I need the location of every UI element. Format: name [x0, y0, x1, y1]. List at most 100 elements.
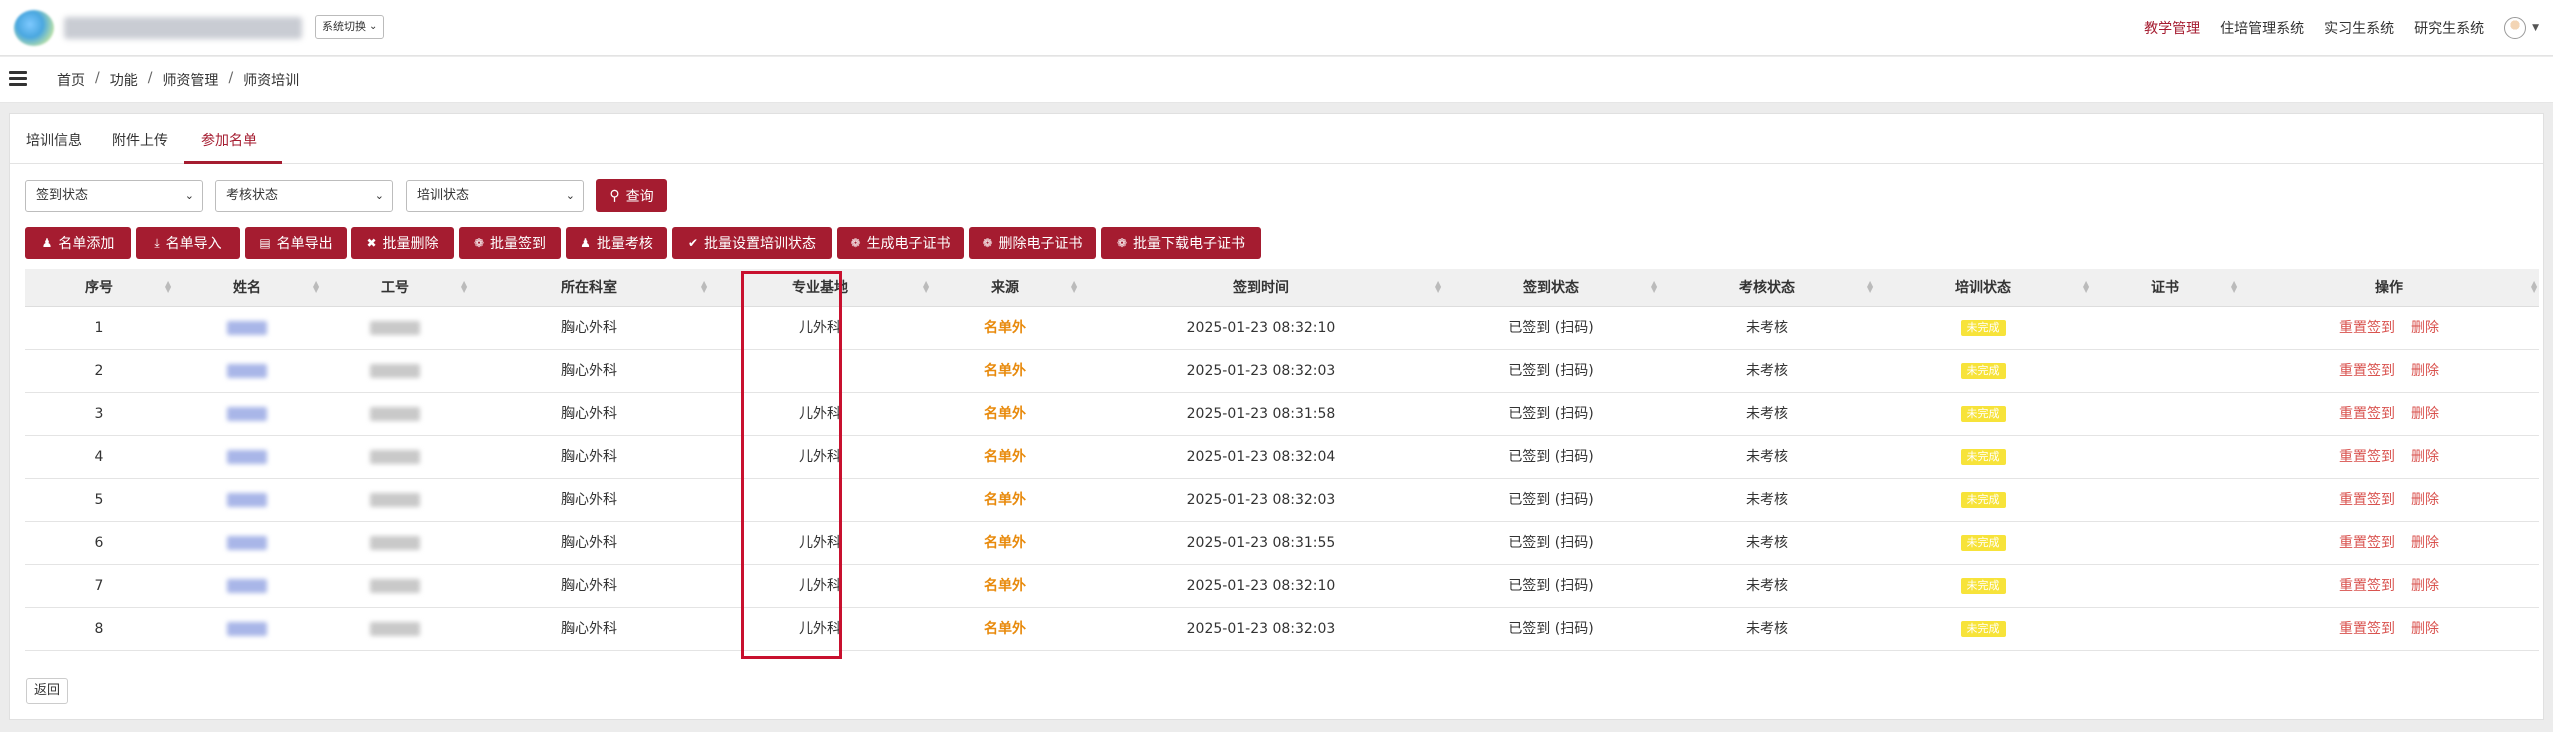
breadcrumb-home[interactable]: 首页: [57, 70, 85, 90]
reset-sign-link[interactable]: 重置签到: [2339, 320, 2395, 336]
sort-icon[interactable]: ▲ ▼: [1435, 280, 1441, 294]
delete-link[interactable]: 删除: [2411, 621, 2439, 637]
col-header-operations[interactable]: 操作: [2239, 269, 2539, 307]
system-switch-select[interactable]: 系统切换 ⌄: [315, 15, 385, 39]
batch-delete-button[interactable]: ✖ 批量删除: [351, 227, 454, 259]
employee-id-blurred: [370, 407, 420, 421]
batch-download-certificate-button[interactable]: ❁ 批量下载电子证书: [1101, 227, 1261, 259]
table-header: 序号 姓名 工号 所在科室 专业基地 来源 签到时间 签到状态 考核状态 培训状…: [25, 269, 2539, 307]
col-header-sign-time[interactable]: 签到时间: [1079, 269, 1443, 307]
train-status-select[interactable]: 培训状态 ⌄: [406, 180, 584, 212]
import-list-button[interactable]: ⤓ 名单导入: [136, 227, 240, 259]
breadcrumb-faculty-management[interactable]: 师资管理: [162, 70, 218, 90]
delete-link[interactable]: 删除: [2411, 406, 2439, 422]
sort-icon[interactable]: ▲ ▼: [923, 280, 929, 294]
cell-no: 3: [94, 406, 104, 422]
caret-down-icon[interactable]: ▼: [2532, 23, 2539, 33]
name-link-blurred[interactable]: [227, 450, 267, 464]
name-link-blurred[interactable]: [227, 579, 267, 593]
export-list-button[interactable]: ▤ 名单导出: [245, 227, 347, 259]
cell-train: 未完成: [1875, 479, 2091, 522]
delete-certificate-button[interactable]: ❁ 删除电子证书: [969, 227, 1096, 259]
reset-sign-link[interactable]: 重置签到: [2339, 492, 2395, 508]
delete-link[interactable]: 删除: [2411, 492, 2439, 508]
employee-id-blurred: [370, 450, 420, 464]
nav-graduate-system[interactable]: 研究生系统: [2414, 18, 2484, 38]
batch-set-train-status-button[interactable]: ✔ 批量设置培训状态: [672, 227, 832, 259]
sort-icon[interactable]: ▲ ▼: [165, 280, 171, 294]
cell-assess: 未考核: [1746, 320, 1788, 336]
assess-status-value: 考核状态: [226, 188, 279, 203]
delete-link[interactable]: 删除: [2411, 535, 2439, 551]
delete-link[interactable]: 删除: [2411, 320, 2439, 336]
col-header-base[interactable]: 专业基地: [709, 269, 931, 307]
sign-status-select[interactable]: 签到状态 ⌄: [25, 180, 203, 212]
sort-icon[interactable]: ▲ ▼: [313, 280, 319, 294]
cell-dept: 胸心外科: [561, 535, 617, 551]
sort-icon[interactable]: ▲ ▼: [2531, 280, 2537, 294]
sort-icon[interactable]: ▲ ▼: [2083, 280, 2089, 294]
nav-residency-system[interactable]: 住培管理系统: [2220, 18, 2304, 38]
sort-icon[interactable]: ▲ ▼: [701, 280, 707, 294]
cell-ops: 重置签到 删除: [2239, 350, 2539, 393]
cell-cert: [2091, 565, 2239, 608]
name-link-blurred[interactable]: [227, 321, 267, 335]
table-row: 1 胸心外科 儿外科 名单外 2025-01-23 08:32:10 已签到 (扫码) 未考…: [25, 307, 2539, 350]
reset-sign-link[interactable]: 重置签到: [2339, 406, 2395, 422]
name-link-blurred[interactable]: [227, 364, 267, 378]
col-header-source[interactable]: 来源: [931, 269, 1079, 307]
reset-sign-link[interactable]: 重置签到: [2339, 535, 2395, 551]
reset-sign-link[interactable]: 重置签到: [2339, 621, 2395, 637]
delete-link[interactable]: 删除: [2411, 363, 2439, 379]
source-label: 名单外: [984, 621, 1026, 637]
nav-intern-system[interactable]: 实习生系统: [2324, 18, 2394, 38]
sort-icon[interactable]: ▲ ▼: [1651, 280, 1657, 294]
name-link-blurred[interactable]: [227, 407, 267, 421]
col-header-dept[interactable]: 所在科室: [469, 269, 709, 307]
reset-sign-link[interactable]: 重置签到: [2339, 363, 2395, 379]
employee-id-blurred: [370, 493, 420, 507]
add-list-button[interactable]: ♟ 名单添加: [25, 227, 131, 259]
cell-base: [709, 479, 931, 522]
reset-sign-link[interactable]: 重置签到: [2339, 449, 2395, 465]
delete-link[interactable]: 删除: [2411, 578, 2439, 594]
status-badge: 未完成: [1960, 621, 2006, 637]
delete-link[interactable]: 删除: [2411, 449, 2439, 465]
cell-cert: [2091, 350, 2239, 393]
col-header-certificate[interactable]: 证书: [2091, 269, 2239, 307]
col-header-name[interactable]: 姓名: [173, 269, 321, 307]
tab-participant-list[interactable]: 参加名单: [201, 130, 257, 150]
cell-train: 未完成: [1875, 307, 2091, 350]
cell-assess: 未考核: [1746, 406, 1788, 422]
reset-sign-link[interactable]: 重置签到: [2339, 578, 2395, 594]
cell-id: [321, 608, 469, 651]
col-header-no[interactable]: 序号: [25, 269, 173, 307]
batch-sign-button[interactable]: ❁ 批量签到: [459, 227, 561, 259]
query-button[interactable]: ⚲ 查询: [596, 179, 667, 212]
sort-icon[interactable]: ▲ ▼: [461, 280, 467, 294]
user-avatar[interactable]: [2504, 17, 2527, 39]
nav-teaching-management[interactable]: 教学管理: [2144, 18, 2200, 38]
col-header-assess-status[interactable]: 考核状态: [1659, 269, 1875, 307]
cell-time: 2025-01-23 08:32:10: [1186, 578, 1336, 594]
back-button[interactable]: 返回: [26, 678, 68, 704]
name-link-blurred[interactable]: [227, 622, 267, 636]
cell-dept: 胸心外科: [561, 449, 617, 465]
tab-attachment-upload[interactable]: 附件上传: [112, 130, 168, 150]
generate-certificate-button[interactable]: ❁ 生成电子证书: [837, 227, 964, 259]
sort-icon[interactable]: ▲ ▼: [2231, 280, 2237, 294]
cell-time: 2025-01-23 08:32:10: [1186, 320, 1336, 336]
cell-time: 2025-01-23 08:32:04: [1186, 449, 1336, 465]
menu-icon[interactable]: [9, 71, 27, 87]
name-link-blurred[interactable]: [227, 536, 267, 550]
name-link-blurred[interactable]: [227, 493, 267, 507]
breadcrumb-function[interactable]: 功能: [110, 70, 138, 90]
col-header-sign-status[interactable]: 签到状态: [1443, 269, 1659, 307]
col-header-id[interactable]: 工号: [321, 269, 469, 307]
batch-assess-button[interactable]: ♟ 批量考核: [566, 227, 667, 259]
assess-status-select[interactable]: 考核状态 ⌄: [215, 180, 393, 212]
sort-icon[interactable]: ▲ ▼: [1867, 280, 1873, 294]
col-header-train-status[interactable]: 培训状态: [1875, 269, 2091, 307]
tab-training-info[interactable]: 培训信息: [26, 130, 82, 150]
sort-icon[interactable]: ▲ ▼: [1071, 280, 1077, 294]
